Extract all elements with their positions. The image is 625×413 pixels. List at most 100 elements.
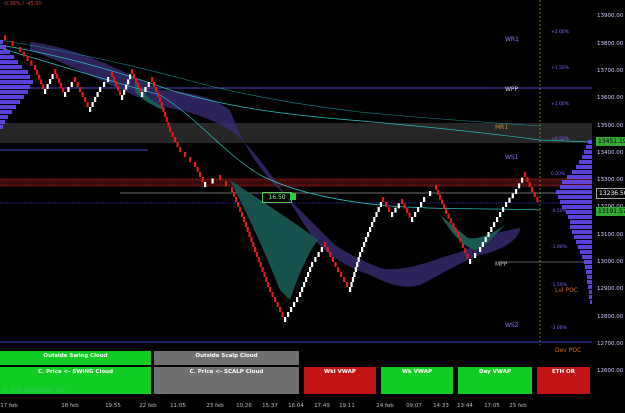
renko-down-bar <box>115 81 118 87</box>
wk-vwap-button[interactable]: Wk VWAP <box>381 367 453 394</box>
renko-down-bar <box>388 207 391 212</box>
renko-down-bar <box>449 218 452 224</box>
day-vwap-button[interactable]: Day VWAP <box>458 367 532 394</box>
renko-up-bar <box>64 92 67 97</box>
renko-down-bar <box>439 194 442 200</box>
renko-down-bar <box>22 51 25 57</box>
renko-up-bar <box>371 222 374 227</box>
renko-down-bar <box>225 181 228 186</box>
renko-down-bar <box>536 197 539 202</box>
header-info: -0.38% / -45.00 <box>3 1 42 7</box>
outside-swing-cloud-button[interactable]: Outside Swing Cloud <box>0 351 151 365</box>
right-profile-bar <box>586 145 592 149</box>
left-profile-bar <box>0 70 28 74</box>
renko-down-bar <box>255 252 259 257</box>
right-profile-bar <box>585 265 592 269</box>
renko-down-bar <box>4 35 7 40</box>
renko-up-bar <box>367 232 370 237</box>
left-profile-bar <box>0 100 20 104</box>
renko-up-bar <box>141 92 144 97</box>
renko-down-bar <box>137 82 140 88</box>
renko-down-bar <box>242 217 246 222</box>
pct-label: +1.50% <box>551 65 570 71</box>
renko-down-bar <box>385 202 388 207</box>
wkl-vwap-label: Wkl VWAP <box>324 369 356 375</box>
renko-up-bar <box>474 253 477 258</box>
pct-label: -1.00% <box>551 244 568 250</box>
renko-up-bar <box>423 197 426 202</box>
renko-up-bar <box>490 227 493 232</box>
renko-up-bar <box>353 272 356 277</box>
time-tick: 19:11 <box>339 403 355 409</box>
time-axis[interactable]: 17 feb 18 feb 19:55 22 feb 11:05 23 feb 10:26 1… <box>0 403 527 409</box>
renko-down-bar <box>199 172 202 177</box>
renko-down-bar <box>162 107 165 112</box>
renko-down-bar <box>274 297 277 302</box>
renko-up-bar <box>293 302 296 307</box>
renko-down-bar <box>526 177 529 182</box>
left-profile-bar <box>0 90 28 94</box>
price-swing-cloud-label: C. Price <- SWING Cloud <box>37 369 114 375</box>
price-scalp-cloud-button[interactable]: C. Price <- SCALP Cloud <box>154 367 299 394</box>
renko-down-bar <box>248 232 251 237</box>
price-tick: 12700.00 <box>597 341 624 347</box>
renko-up-bar <box>284 317 287 322</box>
renko-down-bar <box>259 262 262 267</box>
wpp-label: WPP <box>505 86 519 93</box>
renko-down-bar <box>235 197 238 202</box>
right-profile-bar <box>568 215 592 219</box>
renko-down-bar <box>408 212 411 218</box>
renko-up-bar <box>375 212 378 217</box>
right-profile-bar <box>576 240 592 244</box>
price-tick: 13800.00 <box>597 41 624 47</box>
dev-poc-label: Dev POC <box>555 347 581 354</box>
renko-up-bar <box>127 79 130 85</box>
right-profile-bar <box>567 175 592 179</box>
renko-up-bar <box>350 282 353 287</box>
day-vwap-label: Day VWAP <box>479 369 511 375</box>
time-tick: 10:26 <box>236 403 252 409</box>
time-tick: 17:05 <box>484 403 500 409</box>
mpp-label: MPP <box>495 261 508 268</box>
renko-up-bar <box>487 232 490 237</box>
renko-up-bar <box>287 312 290 317</box>
renko-down-bar <box>263 272 266 277</box>
pct-label: -2.00% <box>551 325 568 331</box>
renko-up-bar <box>377 207 380 212</box>
renko-down-bar <box>74 77 77 82</box>
renko-down-bar <box>337 267 340 272</box>
eth-or-button[interactable]: ETH OR <box>537 367 590 394</box>
renko-down-bar <box>84 97 87 102</box>
renko-down-bar <box>269 287 272 292</box>
renko-up-bar <box>356 262 359 267</box>
outside-scalp-cloud-button[interactable]: Outside Scalp Cloud <box>154 351 299 365</box>
renko-up-bar <box>96 92 99 97</box>
renko-down-bar <box>331 257 334 262</box>
renko-down-bar <box>257 257 260 262</box>
pct-label: -1.50% <box>551 282 568 288</box>
renko-down-bar <box>194 162 197 167</box>
time-tick: 11:05 <box>170 403 186 409</box>
time-tick: 17 feb <box>0 403 18 409</box>
renko-down-bar <box>241 212 244 217</box>
renko-down-bar <box>435 185 438 190</box>
renko-up-bar <box>204 182 207 187</box>
time-tick: 25 feb <box>509 403 527 409</box>
renko-down-bar <box>119 90 122 96</box>
right-profile-bar <box>582 155 592 159</box>
right-profile-bar <box>587 275 592 279</box>
renko-down-bar <box>164 112 167 117</box>
right-profile-bar <box>570 220 592 224</box>
renko-down-bar <box>533 192 536 197</box>
renko-up-bar <box>373 217 376 222</box>
renko-up-bar <box>309 267 312 272</box>
renko-down-bar <box>189 157 192 162</box>
right-profile-bar <box>574 235 592 239</box>
left-profile-bar <box>0 55 14 59</box>
right-profile-bar <box>562 180 592 184</box>
time-tick: 24 feb <box>376 403 394 409</box>
renko-down-bar <box>461 242 464 248</box>
renko-up-bar <box>499 212 502 217</box>
wkl-vwap-button[interactable]: Wkl VWAP <box>304 367 376 394</box>
left-profile-bar <box>0 75 30 79</box>
